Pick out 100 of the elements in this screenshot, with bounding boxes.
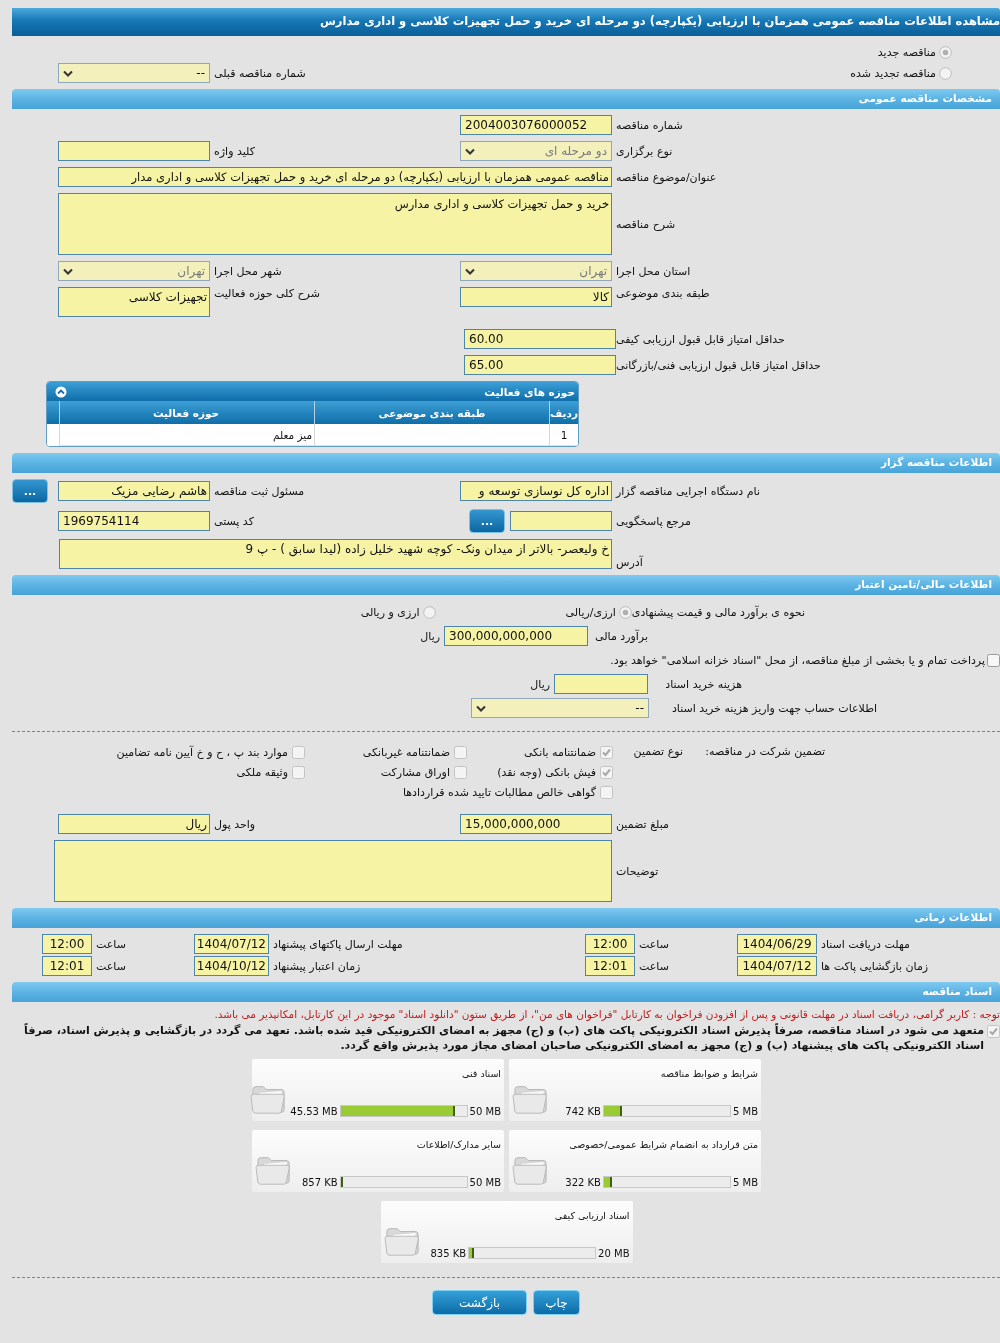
- dropdown[interactable]: تهران: [460, 261, 612, 281]
- dropdown[interactable]: تهران: [58, 261, 210, 281]
- field-label: مبلغ تضمین: [615, 817, 670, 831]
- input-field[interactable]: 65.00: [464, 355, 616, 375]
- field-label: طبقه بندی موضوعی: [615, 287, 711, 300]
- time-field[interactable]: 12:01: [42, 956, 92, 976]
- input-field[interactable]: [554, 674, 648, 694]
- radio-button[interactable]: [618, 605, 632, 619]
- checkbox[interactable]: [454, 765, 467, 779]
- radio-label: مناقصه جدید: [877, 46, 936, 59]
- browse-button[interactable]: ...: [12, 479, 48, 503]
- checkbox-label: ضمانتنامه غیربانکی: [362, 745, 450, 759]
- input-field[interactable]: اداره کل نوسازی توسعه و: [460, 481, 612, 501]
- field-label: شماره مناقصه: [615, 118, 684, 132]
- field-label: زمان اعتبار پیشنهاد: [272, 959, 362, 973]
- input-field[interactable]: مناقصه عمومی همزمان با ارزیابی (یکپارچه) دو مرحله ای خرید و حمل تجهیزات کلاسی و اداری مدار: [58, 167, 612, 187]
- checkbox-label: موارد بند پ ، ح و خ آیین نامه تضامین: [116, 745, 288, 759]
- title-bar: مشاهده اطلاعات مناقصه عمومی همزمان با ارزیابی (یکپارچه) دو مرحله ای خرید و حمل تجهیزات کلاسی و اداری مدارس: [12, 8, 1000, 36]
- field-label: زمان بازگشایی پاکت ها: [820, 959, 930, 973]
- field-label: نوع تضمین: [632, 744, 683, 760]
- date-field[interactable]: 1404/06/29: [737, 934, 817, 954]
- time-field[interactable]: 12:00: [42, 934, 92, 954]
- size-used: 322 KB: [565, 1176, 601, 1188]
- field-label: اطلاعات حساب جهت واریز هزینه خرید اسناد: [670, 701, 877, 715]
- caret-icon: [63, 69, 73, 77]
- section-header: اطلاعات مناقصه گزار: [12, 453, 1000, 473]
- checkbox-label: وثیقه ملکی: [236, 765, 288, 779]
- field-label: توضیحات: [615, 864, 660, 878]
- table-cell: میز معلم: [59, 424, 314, 446]
- table-title: حوزه های فعالیت: [484, 385, 575, 398]
- radio-button[interactable]: [939, 46, 952, 59]
- dropdown[interactable]: --: [58, 63, 210, 83]
- field-label: نحوه ی برآورد مالی و قیمت پیشنهادی: [631, 605, 805, 619]
- section-header: اسناد مناقصه: [12, 982, 1000, 1002]
- checkbox[interactable]: [600, 785, 613, 799]
- checkbox-label: اوراق مشارکت: [380, 765, 450, 779]
- field-label: مسئول ثبت مناقصه: [213, 484, 306, 498]
- input-field[interactable]: تجهیزات کلاسی: [58, 287, 210, 317]
- input-field[interactable]: [510, 511, 612, 531]
- field-label: کلید واژه: [213, 144, 256, 158]
- input-field[interactable]: 15,000,000,000: [460, 814, 612, 834]
- caret-icon: [476, 704, 486, 712]
- file-name: سایر مدارک/اطلاعات: [415, 1138, 501, 1150]
- time-field[interactable]: 12:00: [585, 934, 635, 954]
- checkbox-label: گواهی خالص مطالبات تایید شده قراردادها: [402, 785, 596, 799]
- checkbox-label: فیش بانکی (وجه نقد): [497, 765, 596, 779]
- dropdown[interactable]: دو مرحله ای: [460, 141, 612, 161]
- checkbox[interactable]: [454, 745, 467, 759]
- text-area[interactable]: خرید و حمل تجهیزات کلاسی و اداری مدارس: [58, 193, 612, 255]
- collapse-toggle-icon[interactable]: [55, 385, 67, 398]
- checkbox[interactable]: [600, 745, 613, 759]
- input-field[interactable]: 60.00: [464, 329, 616, 349]
- checkbox[interactable]: [987, 1025, 1000, 1038]
- size-used: 835 KB: [430, 1247, 467, 1259]
- input-field[interactable]: [58, 141, 210, 161]
- input-field[interactable]: ریال: [58, 814, 210, 834]
- caret-icon: [465, 147, 475, 155]
- text-area[interactable]: خ ولیعصر- بالاتر از میدان ونک- کوچه شهید خلیل زاده (لیدا سابق ) - پ 9: [59, 539, 612, 569]
- action-button[interactable]: بازگشت: [432, 1290, 527, 1315]
- radio-button[interactable]: [939, 66, 952, 80]
- checkbox[interactable]: [292, 765, 305, 779]
- size-limit: 5 MB: [732, 1176, 758, 1188]
- size-limit: 50 MB: [469, 1176, 501, 1188]
- date-field[interactable]: 1404/10/12: [194, 956, 269, 976]
- time-field[interactable]: 12:01: [585, 956, 635, 976]
- file-name: متن قرارداد به انضمام شرایط عمومی/خصوصی: [568, 1138, 758, 1150]
- caret-icon: [465, 267, 475, 275]
- file-name: اسناد ارزیابی کیفی: [553, 1209, 630, 1221]
- input-field[interactable]: 1969754114: [58, 511, 210, 531]
- field-label: مهلت دریافت اسناد: [820, 937, 911, 951]
- field-label: شماره مناقصه قبلی: [213, 66, 307, 80]
- table-cell: 1: [549, 424, 578, 446]
- checkbox[interactable]: [987, 653, 1000, 667]
- checkbox-label: ضمانتنامه بانکی: [523, 745, 596, 759]
- radio-button[interactable]: [422, 605, 436, 619]
- checkbox[interactable]: [600, 765, 613, 779]
- radio-label: مناقصه تجدید شده: [850, 66, 936, 80]
- input-field[interactable]: هاشم رضایی مزیک: [58, 481, 210, 501]
- field-label: شهر محل اجرا: [213, 264, 283, 278]
- input-field[interactable]: کالا: [460, 287, 612, 307]
- size-used: 45.53 MB: [290, 1105, 338, 1117]
- notice-text: توجه : کاربر گرامی، دریافت اسناد در مهلت قانونی و پس از افزودن فراخوان به کارتابل "فراخوان های من"، از طریق ستون "دانلود اسناد" موجود در این کارتابل، امکانپذیر می باشد.: [213, 1008, 1000, 1020]
- file-name: شرایط و ضوابط مناقصه: [659, 1067, 758, 1079]
- browse-button[interactable]: ...: [469, 509, 505, 533]
- input-field[interactable]: 300,000,000,000: [444, 626, 588, 646]
- action-button[interactable]: چاپ: [533, 1290, 580, 1315]
- checkbox[interactable]: [292, 745, 305, 759]
- date-field[interactable]: 1404/07/12: [737, 956, 817, 976]
- field-label: شرح کلی حوزه فعالیت: [213, 287, 321, 300]
- caret-icon: [63, 267, 73, 275]
- field-label: برآورد مالی: [594, 629, 648, 643]
- field-label: واحد پول: [213, 817, 257, 831]
- size-limit: 5 MB: [732, 1105, 758, 1117]
- dropdown[interactable]: --: [471, 698, 649, 718]
- field-label: ساعت: [95, 937, 127, 951]
- section-header: اطلاعات مالی/تامین اعتبار: [12, 575, 1000, 595]
- date-field[interactable]: 1404/07/12: [194, 934, 269, 954]
- checkbox-label: پرداخت تمام و یا بخشی از مبلغ مناقصه، از محل "اسناد خزانه اسلامی" خواهد بود.: [610, 653, 985, 667]
- text-area[interactable]: [54, 840, 612, 902]
- input-field[interactable]: 2004003076000052: [460, 115, 612, 135]
